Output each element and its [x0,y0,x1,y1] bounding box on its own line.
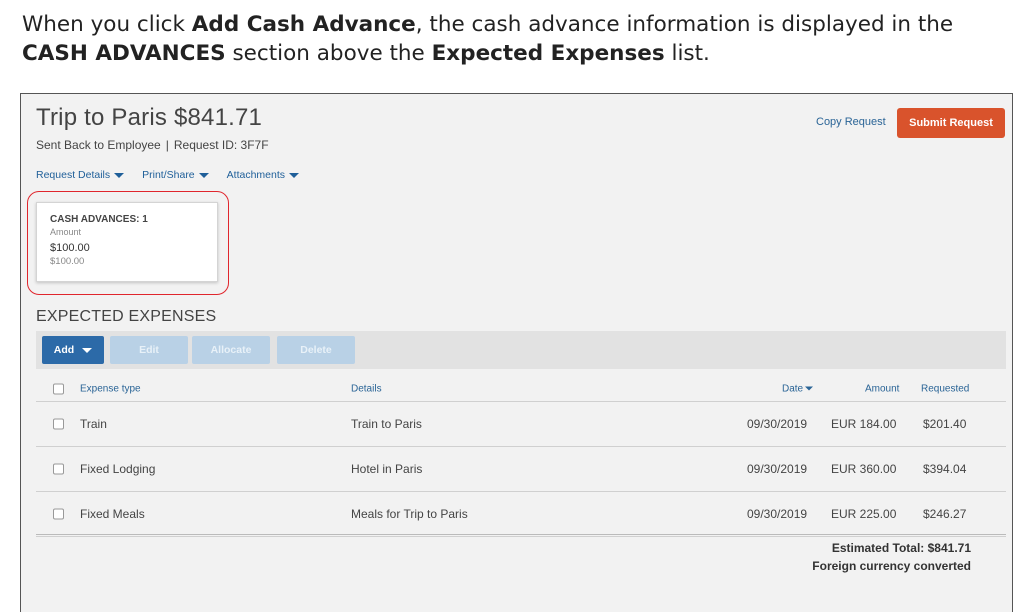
column-date-label: Date [782,383,804,394]
table-header: Expense type Details Date Amount Request… [36,376,1006,402]
instruction-caption: When you click Add Cash Advance, the cas… [22,12,954,66]
caret-down-icon [114,172,125,178]
cash-advance-title: CASH ADVANCES: 1 [50,214,148,225]
print-share-menu[interactable]: Print/Share [142,169,209,181]
caret-down-icon [289,172,300,178]
cash-advance-amount: $100.00 [50,242,90,254]
add-button[interactable]: Add [42,336,104,364]
allocate-button[interactable]: Allocate [192,336,270,364]
status-text: Sent Back to Employee [36,138,161,152]
table-row[interactable]: Fixed Meals Meals for Trip to Paris 09/3… [36,492,1006,537]
column-expense-type[interactable]: Expense type [80,383,141,394]
caret-down-icon [82,347,93,353]
expenses-table: Expense type Details Date Amount Request… [36,376,1006,537]
expense-requested: $246.27 [923,507,967,521]
expense-date: 09/30/2019 [747,462,808,476]
copy-request-link[interactable]: Copy Request [816,116,886,128]
expense-type: Fixed Lodging [80,462,156,476]
expense-type: Train [80,417,107,431]
request-subtitle: Sent Back to Employee | Request ID: 3F7F [36,138,269,152]
expense-requested: $394.04 [923,462,967,476]
table-row[interactable]: Train Train to Paris 09/30/2019 EUR 184.… [36,402,1006,447]
expense-amount: EUR 225.00 [831,507,897,521]
attachments-menu[interactable]: Attachments [226,169,300,181]
delete-button[interactable]: Delete [277,336,355,364]
expense-date: 09/30/2019 [747,507,808,521]
column-details[interactable]: Details [351,383,382,394]
expense-amount: EUR 184.00 [831,417,897,431]
submit-request-button[interactable]: Submit Request [897,108,1005,138]
request-details-menu[interactable]: Request Details [36,169,125,181]
request-menu-bar: Request Details Print/Share Attachments [36,169,300,181]
print-share-label: Print/Share [142,169,195,181]
expense-date: 09/30/2019 [747,417,808,431]
table-row[interactable]: Fixed Lodging Hotel in Paris 09/30/2019 … [36,447,1006,492]
sort-desc-icon [805,386,814,391]
estimated-total: Estimated Total: $841.71 [831,541,971,555]
expense-details: Meals for Trip to Paris [351,507,468,521]
add-label: Add [53,344,75,356]
row-checkbox[interactable] [53,418,64,430]
caption-bold-cash-advances: CASH ADVANCES [22,41,226,66]
row-checkbox[interactable] [53,508,64,520]
cash-advance-card[interactable]: CASH ADVANCES: 1 Amount $100.00 $100.00 [36,202,218,282]
cash-advance-amount-secondary: $100.00 [50,256,85,267]
column-date[interactable]: Date [782,383,814,394]
expense-details: Train to Paris [351,417,422,431]
cash-advance-subtitle: Amount [50,227,82,237]
request-details-label: Request Details [36,169,111,181]
edit-button[interactable]: Edit [110,336,188,364]
select-all-checkbox[interactable] [53,383,64,394]
row-checkbox[interactable] [53,463,64,475]
expense-details: Hotel in Paris [351,462,423,476]
caption-bold-expected-expenses: Expected Expenses [431,41,665,66]
attachments-label: Attachments [226,169,286,181]
expense-type: Fixed Meals [80,507,145,521]
request-window: Trip to Paris $841.71 Sent Back to Emplo… [20,93,1013,612]
expected-expenses-title: EXPECTED EXPENSES [36,308,217,325]
caret-down-icon [198,172,209,178]
totals-divider [36,534,1006,535]
column-requested[interactable]: Requested [921,383,969,394]
request-id: Request ID: 3F7F [173,138,269,152]
currency-note: Foreign currency converted [812,559,971,573]
subtitle-separator: | [165,138,169,152]
expenses-toolbar: Add Edit Allocate Delete [36,331,1006,369]
expense-requested: $201.40 [923,417,967,431]
page-title: Trip to Paris $841.71 [36,104,263,131]
totals-block: Estimated Total: $841.71 Foreign currenc… [36,539,971,575]
expense-amount: EUR 360.00 [831,462,897,476]
caption-bold-add-cash-advance: Add Cash Advance [191,12,416,37]
column-amount[interactable]: Amount [865,383,899,394]
